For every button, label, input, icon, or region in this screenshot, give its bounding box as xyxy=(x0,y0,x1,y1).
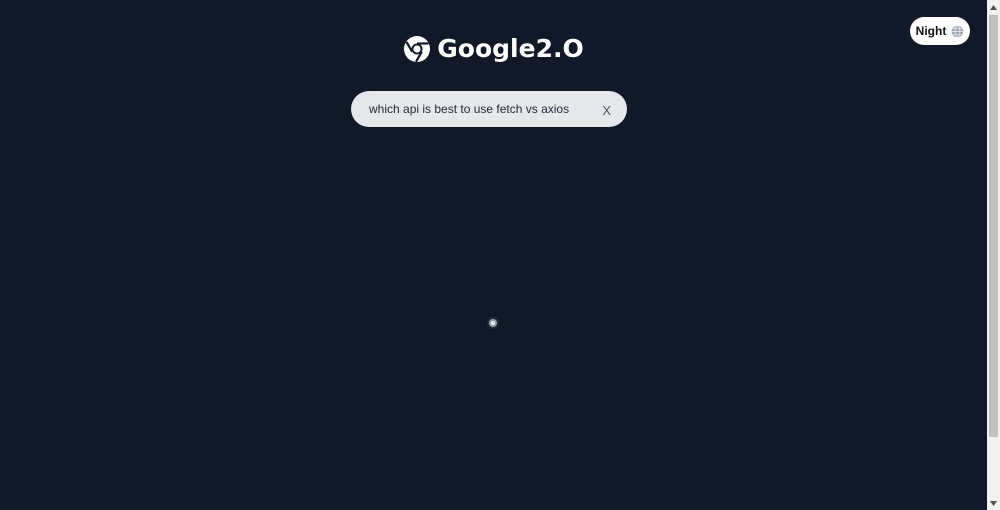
logo: Google2.O xyxy=(0,34,987,63)
scrollbar-thumb[interactable] xyxy=(989,15,998,437)
scroll-down-arrow-icon[interactable] xyxy=(987,496,1000,510)
theme-toggle-button[interactable]: Night xyxy=(910,17,970,45)
globe-icon xyxy=(951,24,964,38)
spinner-core xyxy=(491,321,495,325)
search-bar: X xyxy=(351,91,627,127)
clear-search-button[interactable]: X xyxy=(602,103,611,118)
search-input[interactable] xyxy=(369,102,603,116)
logo-text: Google2.O xyxy=(437,34,584,63)
vertical-scrollbar[interactable] xyxy=(987,0,1000,510)
loading-spinner xyxy=(489,319,497,327)
chrome-icon xyxy=(403,35,431,63)
page-background: Google2.O X xyxy=(0,0,987,510)
scroll-up-arrow-icon[interactable] xyxy=(987,0,1000,14)
theme-toggle-label: Night xyxy=(915,24,947,38)
